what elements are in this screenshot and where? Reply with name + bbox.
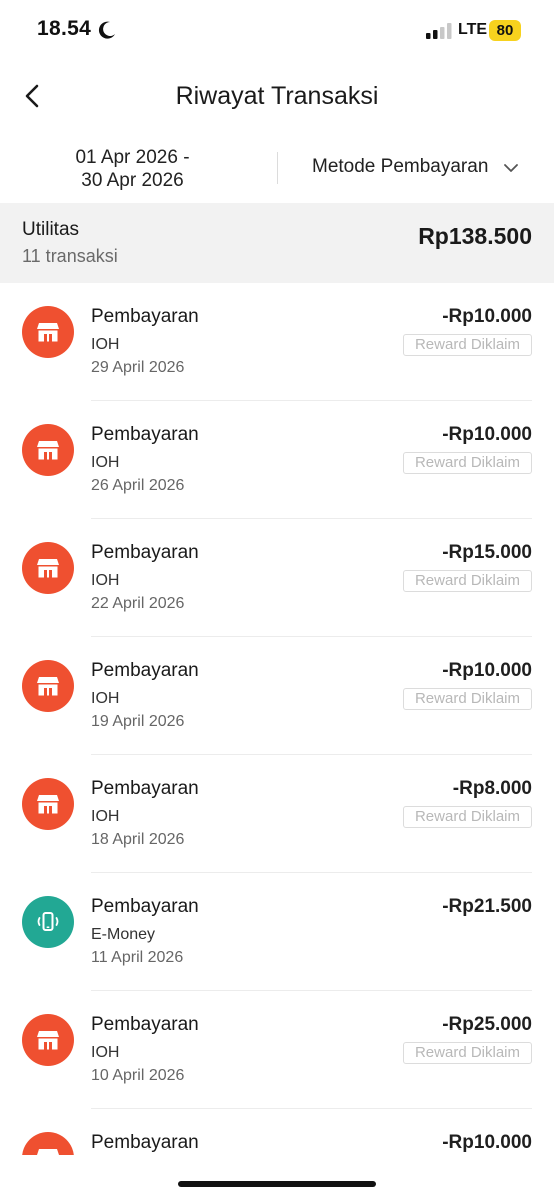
date-range-filter[interactable]: 01 Apr 2026 - 30 Apr 2026: [40, 146, 225, 192]
category-title: Utilitas: [22, 219, 80, 240]
reward-claimed-badge: Reward Diklaim: [402, 452, 532, 474]
phone-icon: [22, 896, 74, 948]
transaction-date: 29 April 2026: [91, 359, 185, 376]
reward-claimed-badge: Reward Diklaim: [402, 806, 532, 828]
transaction-title: Pembayaran: [91, 896, 199, 917]
store-icon: [22, 1132, 74, 1155]
transaction-merchant: IOH: [91, 336, 120, 353]
transaction-row[interactable]: Pembayaran IOH 10 April 2026 -Rp25.000 R…: [0, 991, 554, 1109]
status-time: 18.54: [37, 17, 92, 40]
reward-claimed-badge: Reward Diklaim: [402, 334, 532, 356]
transaction-title: Pembayaran: [91, 1014, 199, 1035]
transaction-amount: -Rp15.000: [442, 542, 532, 563]
transaction-title: Pembayaran: [91, 1132, 199, 1153]
date-range-start: 01 Apr 2026 -: [75, 147, 190, 168]
reward-claimed-badge: Reward Diklaim: [402, 688, 532, 710]
transaction-title: Pembayaran: [91, 306, 199, 327]
transaction-row[interactable]: Pembayaran E-Money 11 April 2026 -Rp21.5…: [0, 873, 554, 991]
transaction-row[interactable]: Pembayaran IOH 29 April 2026 -Rp10.000 R…: [0, 283, 554, 401]
transaction-merchant: IOH: [91, 454, 120, 471]
transaction-date: 18 April 2026: [91, 831, 185, 848]
network-type: LTE: [458, 21, 488, 38]
transaction-amount: -Rp8.000: [452, 778, 532, 799]
store-icon: [22, 1014, 74, 1066]
filter-divider: [277, 152, 278, 184]
reward-claimed-badge: Reward Diklaim: [402, 1042, 532, 1064]
category-summary: Utilitas 11 transaksi Rp138.500: [0, 203, 554, 283]
signal-icon: [426, 23, 452, 39]
store-icon: [22, 542, 74, 594]
transaction-amount: -Rp25.000: [442, 1014, 532, 1035]
transaction-title: Pembayaran: [91, 778, 199, 799]
transaction-row[interactable]: Pembayaran -Rp10.000: [0, 1109, 554, 1155]
store-icon: [22, 660, 74, 712]
transaction-row[interactable]: Pembayaran IOH 18 April 2026 -Rp8.000 Re…: [0, 755, 554, 873]
transaction-count: 11 transaksi: [22, 246, 118, 266]
transaction-amount: -Rp10.000: [442, 306, 532, 327]
transaction-merchant: IOH: [91, 1044, 120, 1061]
transaction-title: Pembayaran: [91, 660, 199, 681]
category-total: Rp138.500: [418, 223, 532, 249]
reward-claimed-badge: Reward Diklaim: [402, 570, 532, 592]
store-icon: [22, 778, 74, 830]
filter-bar: 01 Apr 2026 - 30 Apr 2026 Metode Pembaya…: [0, 140, 554, 202]
page-title: Riwayat Transaksi: [175, 82, 379, 110]
date-range-end: 30 Apr 2026: [81, 170, 184, 191]
transaction-title: Pembayaran: [91, 542, 199, 563]
store-icon: [22, 424, 74, 476]
transaction-row[interactable]: Pembayaran IOH 26 April 2026 -Rp10.000 R…: [0, 401, 554, 519]
status-bar: 18.54 LTE 80: [0, 0, 554, 60]
transaction-title: Pembayaran: [91, 424, 199, 445]
transaction-amount: -Rp10.000: [442, 660, 532, 681]
transaction-amount: -Rp21.500: [442, 896, 532, 917]
home-indicator[interactable]: [178, 1181, 376, 1187]
battery-indicator: 80: [489, 20, 521, 41]
transaction-amount: -Rp10.000: [442, 424, 532, 445]
payment-method-dropdown[interactable]: Metode Pembayaran: [312, 156, 488, 178]
transaction-merchant: E-Money: [91, 926, 156, 943]
transaction-merchant: IOH: [91, 572, 120, 589]
transaction-date: 10 April 2026: [91, 1067, 185, 1084]
transaction-date: 22 April 2026: [91, 595, 185, 612]
moon-icon: [98, 21, 115, 39]
transaction-row[interactable]: Pembayaran IOH 22 April 2026 -Rp15.000 R…: [0, 519, 554, 637]
transaction-merchant: IOH: [91, 808, 120, 825]
transaction-date: 11 April 2026: [91, 949, 184, 966]
transaction-list: Pembayaran IOH 29 April 2026 -Rp10.000 R…: [0, 283, 554, 1155]
header: Riwayat Transaksi: [0, 70, 554, 126]
transaction-merchant: IOH: [91, 690, 120, 707]
chevron-down-icon[interactable]: [502, 159, 520, 177]
transaction-amount: -Rp10.000: [442, 1132, 532, 1153]
transaction-date: 26 April 2026: [91, 477, 185, 494]
store-icon: [22, 306, 74, 358]
transaction-date: 19 April 2026: [91, 713, 185, 730]
transaction-row[interactable]: Pembayaran IOH 19 April 2026 -Rp10.000 R…: [0, 637, 554, 755]
